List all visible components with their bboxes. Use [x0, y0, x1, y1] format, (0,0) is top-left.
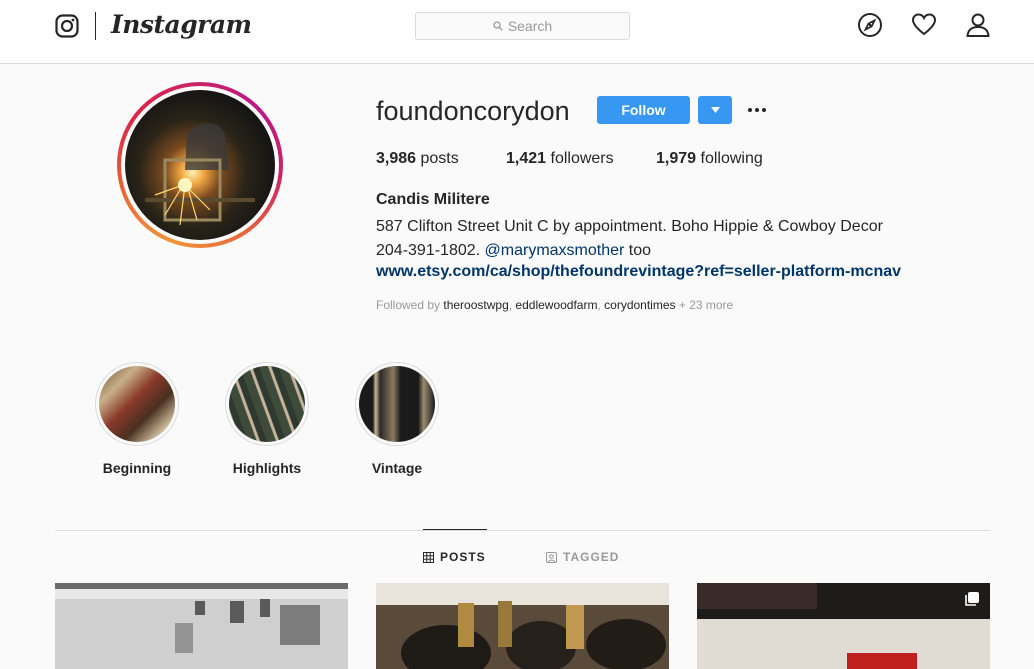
suggested-accounts-button[interactable] — [698, 96, 732, 124]
post-image — [697, 583, 990, 669]
post-thumbnail[interactable] — [697, 583, 990, 669]
tab-tagged-label: TAGGED — [563, 550, 620, 564]
highlight-cover-image — [99, 366, 175, 442]
posts-count: 3,986 posts — [376, 150, 466, 168]
highlight-label: Beginning — [102, 460, 172, 476]
multiple-posts-icon — [965, 592, 979, 606]
grid-icon — [423, 551, 434, 563]
profile-photo — [125, 90, 275, 240]
posts-count-label: posts — [420, 150, 459, 167]
compass-icon[interactable] — [857, 12, 883, 38]
bio-line-1: 587 Clifton Street Unit C by appointment… — [376, 218, 883, 235]
post-thumbnail[interactable] — [55, 583, 348, 669]
logo-separator — [95, 12, 96, 40]
highlight-cover-ring — [355, 362, 439, 446]
top-navigation-bar: Instagram Search — [0, 0, 1034, 64]
followed-by-account: corydontimes — [604, 298, 676, 312]
followers-count-value: 1,421 — [506, 150, 547, 167]
user-icon[interactable] — [965, 12, 991, 38]
followed-by-account: theroostwpg — [443, 298, 509, 312]
tab-posts-label: POSTS — [440, 550, 486, 564]
search-icon — [493, 21, 503, 31]
profile-username: foundoncorydon — [376, 96, 570, 126]
post-thumbnail[interactable] — [376, 583, 669, 669]
tabs-divider — [55, 530, 990, 531]
more-dots-icon — [748, 108, 766, 112]
bio-line-2: 204-391-1802. @marymaxsmother too — [376, 239, 936, 263]
highlight-cover-ring — [95, 362, 179, 446]
profile-photo-art — [145, 122, 255, 226]
tab-posts[interactable]: POSTS — [423, 550, 486, 564]
following-count-label: following — [700, 150, 763, 167]
followers-count[interactable]: 1,421 followers — [506, 150, 616, 168]
search-placeholder: Search — [507, 18, 553, 34]
followed-by-account: eddlewoodfarm — [515, 298, 598, 312]
profile-bio: 587 Clifton Street Unit C by appointment… — [376, 215, 936, 263]
highlight-label: Highlights — [232, 460, 302, 476]
tab-tagged[interactable]: TAGGED — [546, 550, 619, 564]
bio-line-2-suffix: too — [624, 242, 652, 259]
caret-down-icon — [710, 107, 720, 113]
profile-full-name: Candis Militere — [376, 191, 490, 208]
profile-stats: 3,986 posts 1,421 followers 1,979 follow… — [376, 150, 803, 168]
followers-count-label: followers — [550, 150, 614, 167]
instagram-wordmark[interactable]: Instagram — [111, 10, 252, 39]
instagram-glyph-icon[interactable] — [55, 14, 79, 38]
followed-by[interactable]: Followed by theroostwpg, eddlewoodfarm, … — [376, 298, 733, 312]
more-options-button[interactable] — [744, 96, 770, 124]
following-count[interactable]: 1,979 following — [656, 150, 763, 168]
follow-button[interactable]: Follow — [597, 96, 690, 124]
post-image — [376, 583, 669, 669]
search-input[interactable]: Search — [415, 12, 630, 40]
tag-portrait-icon — [546, 551, 557, 563]
profile-website-link[interactable]: www.etsy.com/ca/shop/thefoundrevintage?r… — [376, 263, 901, 281]
profile-avatar[interactable] — [117, 82, 283, 248]
highlight-cover-image — [359, 366, 435, 442]
highlight-beginning[interactable]: Beginning — [95, 362, 179, 476]
posts-count-value: 3,986 — [376, 150, 417, 167]
following-count-value: 1,979 — [656, 150, 697, 167]
highlight-label: Vintage — [371, 460, 423, 476]
highlight-cover-ring — [225, 362, 309, 446]
highlight-cover-image — [229, 366, 305, 442]
bio-phone: 204-391-1802. — [376, 242, 485, 259]
active-tab-indicator — [423, 529, 487, 530]
highlight-vintage[interactable]: Vintage — [355, 362, 439, 476]
heart-icon[interactable] — [911, 12, 937, 38]
followed-by-more: + 23 more — [675, 298, 734, 312]
followed-by-prefix: Followed by — [376, 298, 444, 312]
highlight-highlights[interactable]: Highlights — [225, 362, 309, 476]
bio-mention-link[interactable]: @marymaxsmother — [485, 242, 625, 259]
post-image — [55, 583, 348, 669]
